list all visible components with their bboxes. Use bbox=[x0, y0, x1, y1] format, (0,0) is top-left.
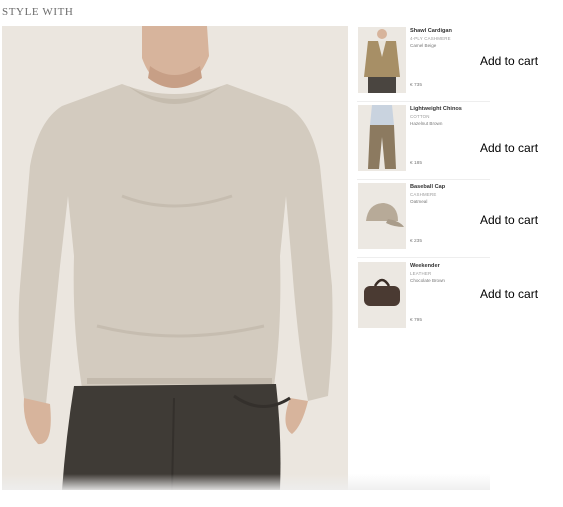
product-item-weekender[interactable]: Weekender LEATHER Chocolate Brown € 795 bbox=[357, 262, 490, 334]
bottom-fade bbox=[2, 474, 490, 490]
product-price: € 795 bbox=[410, 318, 423, 323]
product-name[interactable]: Baseball Cap bbox=[410, 184, 445, 190]
divider bbox=[357, 179, 490, 180]
product-color: Camel Beige bbox=[410, 43, 437, 48]
cap-thumbnail[interactable] bbox=[358, 183, 406, 249]
hero-product-image[interactable] bbox=[2, 26, 348, 490]
product-name[interactable]: Lightweight Chinos bbox=[410, 106, 462, 112]
product-color: Chocolate Brown bbox=[410, 278, 445, 283]
product-color: Hazelnut Brown bbox=[410, 121, 443, 126]
cap-image bbox=[358, 183, 406, 249]
product-item-cardigan[interactable]: Shawl Cardigan 4-PLY CASHMERE Camel Beig… bbox=[357, 27, 490, 102]
cardigan-thumbnail[interactable] bbox=[358, 27, 406, 93]
add-to-cart-button-weekender[interactable]: Add to cart bbox=[480, 287, 538, 301]
product-material: COTTON bbox=[410, 114, 430, 119]
product-item-chinos[interactable]: Lightweight Chinos COTTON Hazelnut Brown… bbox=[357, 105, 490, 180]
divider bbox=[357, 101, 490, 102]
add-to-cart-button-cap[interactable]: Add to cart bbox=[480, 213, 538, 227]
product-price: € 735 bbox=[410, 83, 423, 88]
weekender-thumbnail[interactable] bbox=[358, 262, 406, 328]
chinos-thumbnail[interactable] bbox=[358, 105, 406, 171]
product-price: € 235 bbox=[410, 239, 423, 244]
product-material: 4-PLY CASHMERE bbox=[410, 36, 451, 41]
weekender-bag-image bbox=[358, 262, 406, 328]
product-name[interactable]: Shawl Cardigan bbox=[410, 28, 452, 34]
product-name[interactable]: Weekender bbox=[410, 263, 440, 269]
product-item-cap[interactable]: Baseball Cap CASHMERE Oatmeal € 235 bbox=[357, 183, 490, 258]
add-to-cart-button-chinos[interactable]: Add to cart bbox=[480, 141, 538, 155]
chinos-image bbox=[358, 105, 406, 171]
cardigan-image bbox=[358, 27, 406, 93]
divider bbox=[357, 257, 490, 258]
product-price: € 185 bbox=[410, 161, 423, 166]
model-image bbox=[2, 26, 348, 490]
section-title: STYLE WITH bbox=[2, 6, 74, 18]
product-material: CASHMERE bbox=[410, 192, 437, 197]
product-material: LEATHER bbox=[410, 271, 432, 276]
add-to-cart-button-cardigan[interactable]: Add to cart bbox=[480, 54, 538, 68]
product-color: Oatmeal bbox=[410, 199, 428, 204]
